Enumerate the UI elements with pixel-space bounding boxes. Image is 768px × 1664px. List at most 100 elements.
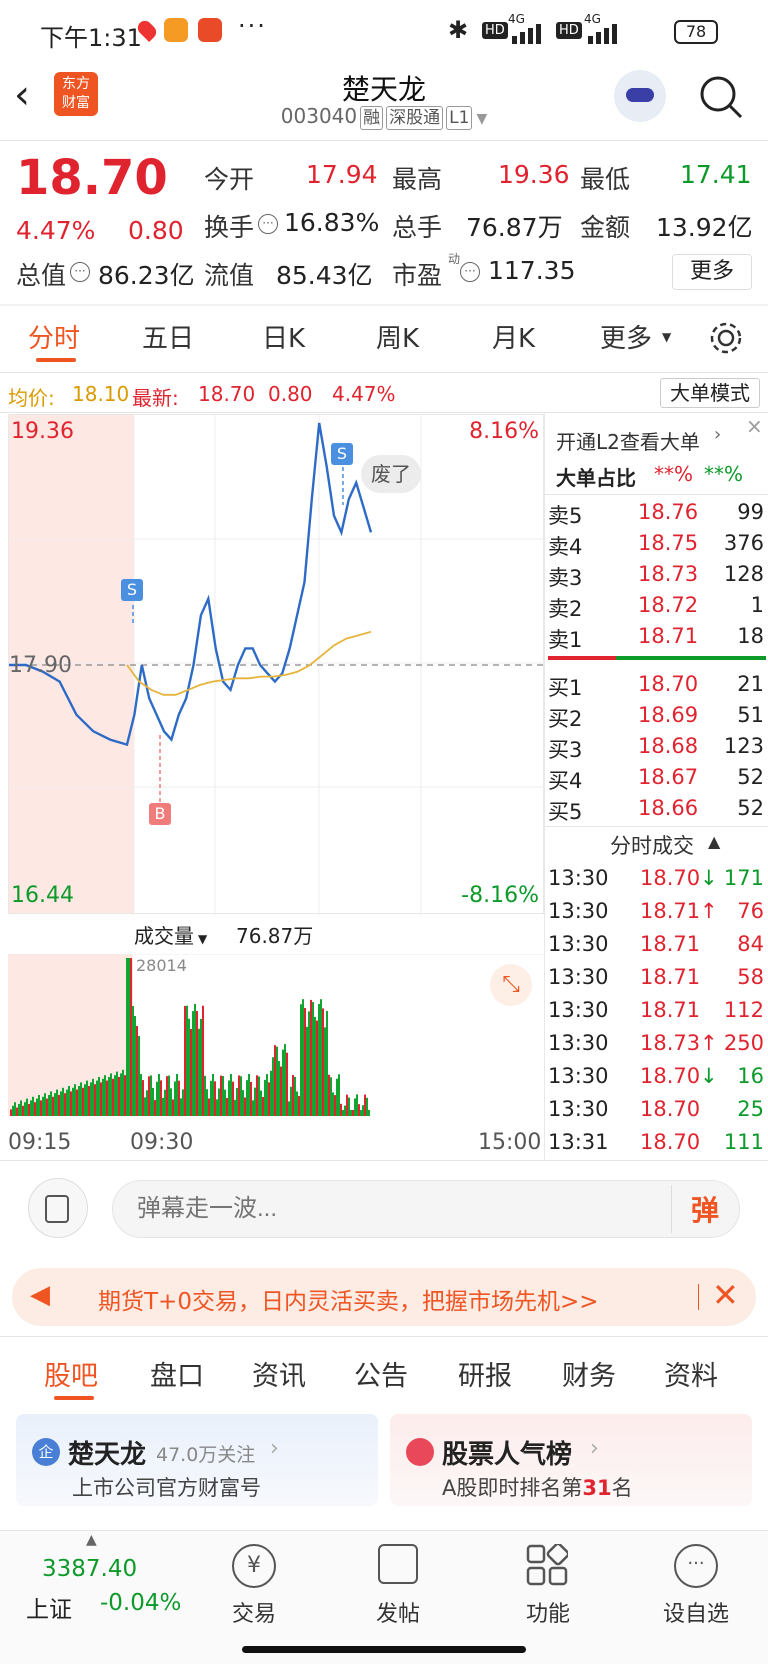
volume-bar [118, 1077, 120, 1116]
ask-volume: 128 [723, 562, 764, 586]
turnover-info-icon[interactable]: ··· [258, 214, 278, 234]
buy-marker[interactable]: B [149, 803, 171, 825]
popularity-card[interactable]: 股票人气榜 › A股即时排名第31名 [390, 1414, 752, 1506]
index-name[interactable]: 上证 [26, 1590, 72, 1624]
danmu-input-container[interactable]: 弹 [112, 1180, 740, 1238]
volume-bar [234, 1099, 236, 1116]
float-cap-label: 流值 [204, 261, 255, 290]
tab-more[interactable]: 更多 [600, 318, 652, 355]
volume-bar [40, 1100, 42, 1116]
volume-bar [138, 1036, 140, 1116]
tick-volume: 58 [737, 965, 764, 989]
ask-price: 18.76 [638, 500, 699, 524]
bid-level: 买5 [548, 800, 583, 824]
popularity-rank: 31 [582, 1476, 612, 1500]
volume-bar [352, 1110, 354, 1116]
tab-daily-k[interactable]: 日K [262, 318, 305, 355]
volume-bar [32, 1096, 34, 1116]
banner-close-icon[interactable]: ✕ [712, 1276, 739, 1314]
ticks-title[interactable]: 分时成交 [610, 830, 694, 860]
ask-row: 卖2 18.72 1 [548, 593, 764, 623]
tab-profile[interactable]: 资料 [664, 1354, 718, 1393]
danmu-input[interactable] [137, 1191, 657, 1227]
volume-bar [314, 1016, 316, 1116]
ask-volume: 18 [737, 624, 764, 648]
volume-label[interactable]: 成交量 ▼ [134, 920, 207, 949]
tab-weekly-k[interactable]: 周K [376, 318, 419, 355]
tab-pankou[interactable]: 盘口 [150, 1354, 204, 1393]
sell-marker-1[interactable]: S [121, 579, 143, 601]
trade-icon[interactable]: ¥ [232, 1544, 276, 1588]
tab-news[interactable]: 资讯 [252, 1354, 306, 1393]
volume-bar [252, 1100, 254, 1116]
volume-bar [260, 1090, 262, 1116]
notes-icon[interactable] [28, 1178, 88, 1238]
volume-bar [248, 1074, 250, 1116]
settings-gear-icon[interactable] [708, 320, 744, 356]
tick-row: 13:30 18.70 ↓ 16 [548, 1064, 764, 1094]
tab-five-day[interactable]: 五日 [142, 318, 194, 355]
tab-monthly-k[interactable]: 月K [492, 318, 535, 355]
watchlist-icon[interactable]: ··· [674, 1544, 718, 1588]
volume-bar [284, 1044, 286, 1116]
company-account-card[interactable]: 企 楚天龙 47.0万关注 › 上市公司官方财富号 [16, 1414, 378, 1506]
low-label: 最低 [580, 165, 631, 194]
big-order-mode-button[interactable]: 大单模式 [660, 378, 760, 408]
home-indicator[interactable] [242, 1646, 526, 1653]
volume-bar [24, 1102, 26, 1116]
volume-bar [156, 1081, 158, 1116]
volume-bar [158, 1074, 160, 1116]
volume-bar [308, 1011, 310, 1116]
ticks-collapse-icon[interactable]: ▲ [708, 832, 720, 851]
index-change[interactable]: -0.04% [100, 1590, 181, 1616]
tick-row: 13:30 18.71 84 [548, 932, 764, 962]
pe-info-icon[interactable]: ··· [460, 262, 480, 282]
market-cap-info-icon[interactable]: ··· [70, 262, 90, 282]
nav-add-watchlist[interactable]: 设自选 [636, 1596, 756, 1628]
volume-bar [82, 1087, 84, 1116]
nav-functions[interactable]: 功能 [488, 1596, 608, 1628]
danmu-toggle-button[interactable]: 弹 [691, 1189, 719, 1229]
volume-bar [336, 1078, 338, 1116]
sell-marker-2[interactable]: S [331, 443, 353, 465]
volume-bar [238, 1075, 240, 1116]
ask-volume: 99 [737, 500, 764, 524]
close-l2-icon[interactable]: × [746, 414, 763, 438]
tab-finance[interactable]: 财务 [562, 1354, 616, 1393]
promo-banner[interactable]: ◀ 期货T+0交易，日内灵活买卖，把握市场先机>> ✕ [12, 1268, 756, 1326]
tab-intraday[interactable]: 分时 [28, 318, 80, 355]
volume-bar [90, 1082, 92, 1116]
intraday-chart[interactable]: 19.36 8.16% 17.90 16.44 -8.16% S S B 废了 [8, 414, 545, 915]
banner-text[interactable]: 期货T+0交易，日内灵活买卖，把握市场先机>> [98, 1282, 599, 1316]
nav-post[interactable]: 发帖 [338, 1596, 458, 1628]
volume-bar [52, 1096, 54, 1116]
volume-bar [310, 999, 312, 1116]
l2-link[interactable]: 开通L2查看大单 [556, 426, 700, 455]
index-value[interactable]: 3387.40 [42, 1556, 137, 1582]
volume-bar [348, 1097, 350, 1116]
tick-volume: 76 [737, 899, 764, 923]
post-icon[interactable] [378, 1544, 418, 1584]
latest-change: 0.80 [268, 382, 313, 406]
tab-guba[interactable]: 股吧 [44, 1354, 98, 1393]
low-value: 17.41 [680, 160, 752, 189]
robot-avatar[interactable] [614, 70, 666, 122]
dropdown-icon[interactable]: ▼ [476, 111, 487, 127]
search-icon[interactable] [698, 74, 744, 120]
volume-bar [58, 1095, 60, 1116]
functions-icon[interactable] [526, 1544, 568, 1586]
volume-bar [344, 1105, 346, 1116]
tab-announcements[interactable]: 公告 [354, 1354, 408, 1393]
expand-icon[interactable]: ⤡ [490, 964, 532, 1006]
more-button[interactable]: 更多 [672, 254, 752, 290]
tab-research[interactable]: 研报 [458, 1354, 512, 1393]
index-expand-icon[interactable]: ▲ [86, 1532, 97, 1548]
tick-row: 13:30 18.71 58 [548, 965, 764, 995]
price-line [9, 422, 373, 747]
amount-value: 13.92亿 [656, 213, 753, 242]
volume-bar [92, 1078, 94, 1116]
nav-trade[interactable]: 交易 [194, 1596, 314, 1628]
tab-indicator [36, 358, 76, 362]
volume-bar [300, 1004, 302, 1116]
connect-tag: 深股通 [386, 106, 444, 130]
